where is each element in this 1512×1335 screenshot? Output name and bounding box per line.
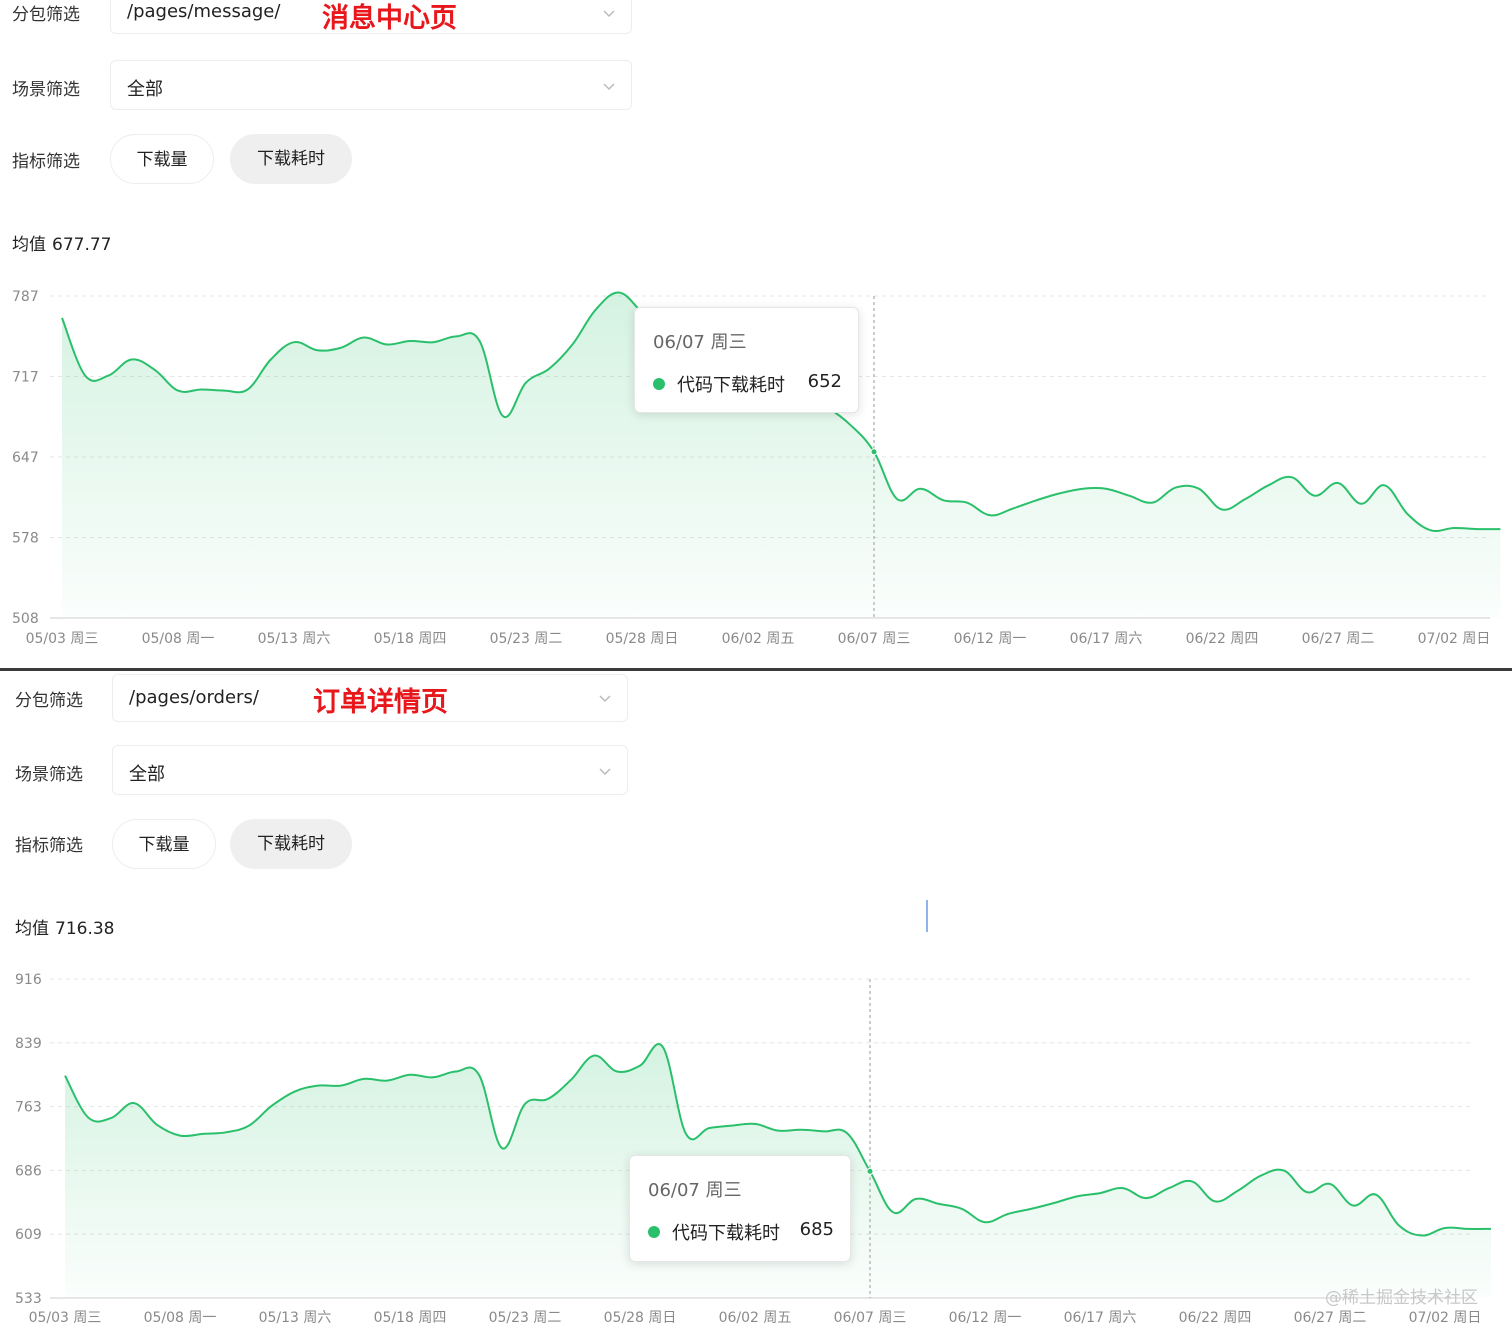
package-select-value: /pages/message/ [127, 1, 281, 22]
x-tick-label: 07/02 周日 [1409, 1310, 1482, 1326]
x-tick-label: 06/17 周六 [1064, 1310, 1137, 1326]
x-tick-label: 06/02 周五 [719, 1310, 792, 1326]
x-tick-label: 05/23 周二 [489, 1310, 562, 1326]
watermark: @稀土掘金技术社区 [1325, 1288, 1478, 1308]
mean-value: 均值 677.77 [12, 230, 111, 255]
scene-select[interactable]: 全部 [110, 60, 632, 110]
x-tick-label: 05/08 周一 [144, 1310, 217, 1326]
series-dot-icon [648, 1226, 660, 1238]
divider [0, 668, 1512, 671]
y-tick-label: 717 [12, 370, 39, 386]
y-tick-label: 533 [15, 1291, 42, 1307]
scene-filter-label: 场景筛选 [12, 80, 80, 100]
page-annotation: 消息中心页 [322, 3, 457, 34]
x-tick-label: 05/08 周一 [142, 631, 215, 647]
tooltip-series-name: 代码下载耗时 [672, 1223, 780, 1244]
metric-filter-label: 指标筛选 [12, 152, 80, 172]
x-tick-label: 06/22 周四 [1179, 1310, 1252, 1326]
chevron-down-icon [599, 768, 611, 776]
metric-filter-label: 指标筛选 [15, 836, 83, 856]
highlight-point [866, 1167, 874, 1175]
tooltip-value: 685 [799, 1219, 834, 1240]
x-tick-label: 06/12 周一 [949, 1310, 1022, 1326]
x-tick-label: 05/03 周三 [26, 631, 99, 647]
x-tick-label: 05/18 周四 [374, 631, 447, 647]
metric-download-count-button[interactable]: 下载量 [112, 819, 216, 869]
panel-message: 分包筛选 /pages/message/ 消息中心页 场景筛选 全部 指标筛选 … [0, 0, 1512, 668]
chevron-down-icon [603, 83, 615, 91]
x-tick-label: 05/18 周四 [374, 1310, 447, 1326]
y-tick-label: 686 [15, 1163, 42, 1179]
x-tick-label: 05/03 周三 [29, 1310, 102, 1326]
y-tick-label: 578 [12, 531, 39, 547]
chevron-down-icon [599, 695, 611, 703]
metric-download-time-button[interactable]: 下载耗时 [230, 134, 352, 184]
scene-select-value: 全部 [127, 79, 163, 100]
mean-value: 均值 716.38 [15, 914, 114, 939]
y-tick-label: 508 [12, 611, 39, 627]
x-tick-label: 06/27 周二 [1302, 631, 1375, 647]
x-tick-label: 06/17 周六 [1070, 631, 1143, 647]
text-cursor [926, 900, 928, 932]
x-tick-label: 05/23 周二 [490, 631, 563, 647]
x-tick-label: 06/02 周五 [722, 631, 795, 647]
scene-filter-label: 场景筛选 [15, 765, 83, 785]
package-filter-label: 分包筛选 [12, 5, 80, 25]
highlight-point [870, 448, 878, 456]
y-tick-label: 647 [12, 450, 39, 466]
tooltip-date: 06/07 周三 [653, 332, 747, 353]
metric-download-time-button[interactable]: 下载耗时 [230, 819, 352, 869]
line-chart[interactable]: 916 839 763 686 609 533 05/03 周三 05/08 周一 05/13 … [0, 964, 1512, 1335]
x-tick-label: 07/02 周日 [1418, 631, 1491, 647]
mean-label: 均值 [12, 235, 46, 255]
tooltip-value: 652 [807, 371, 842, 392]
x-tick-label: 06/07 周三 [838, 631, 911, 647]
y-tick-label: 839 [15, 1036, 42, 1052]
x-tick-label: 05/28 周日 [604, 1310, 677, 1326]
chart-tooltip: 06/07 周三 代码下载耗时 685 [629, 1155, 851, 1262]
chevron-down-icon [603, 10, 615, 18]
scene-select[interactable]: 全部 [112, 745, 628, 795]
x-tick-label: 05/13 周六 [259, 1310, 332, 1326]
mean-label: 均值 [15, 919, 49, 939]
package-select-value: /pages/orders/ [129, 687, 259, 708]
mean-number: 716.38 [55, 919, 115, 939]
x-tick-label: 05/13 周六 [258, 631, 331, 647]
panel-orders: 分包筛选 /pages/orders/ 订单详情页 场景筛选 全部 指标筛选 下… [0, 672, 1512, 1335]
x-tick-label: 06/07 周三 [834, 1310, 907, 1326]
tooltip-date: 06/07 周三 [648, 1180, 742, 1201]
y-tick-label: 609 [15, 1227, 42, 1243]
chart-tooltip: 06/07 周三 代码下载耗时 652 [634, 307, 859, 413]
x-tick-label: 05/28 周日 [606, 631, 679, 647]
series-dot-icon [653, 378, 665, 390]
mean-number: 677.77 [52, 235, 112, 255]
x-tick-label: 06/12 周一 [954, 631, 1027, 647]
page-annotation: 订单详情页 [313, 687, 448, 718]
metric-download-count-button[interactable]: 下载量 [110, 134, 214, 184]
x-tick-label: 06/27 周二 [1294, 1310, 1367, 1326]
package-filter-label: 分包筛选 [15, 691, 83, 711]
x-tick-label: 06/22 周四 [1186, 631, 1259, 647]
y-tick-label: 916 [15, 972, 42, 988]
y-tick-label: 787 [12, 289, 39, 305]
scene-select-value: 全部 [129, 764, 165, 785]
tooltip-series-name: 代码下载耗时 [677, 375, 785, 396]
y-tick-label: 763 [15, 1100, 42, 1116]
